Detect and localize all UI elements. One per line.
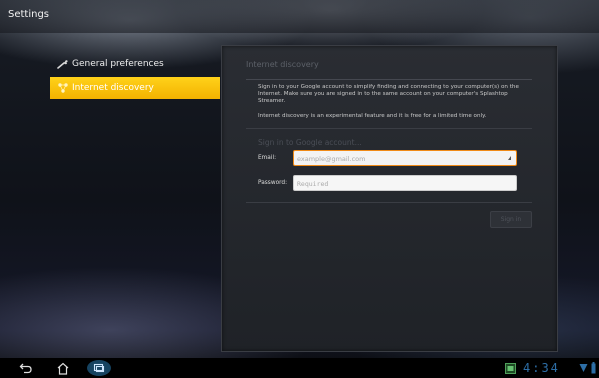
internet-discovery-panel: Internet discovery Sign in to your Googl… (221, 45, 558, 352)
wifi-icon (578, 360, 588, 376)
screenshot-icon (503, 360, 517, 376)
signin-section-title: Sign in to Google account... (258, 138, 362, 147)
wrench-icon (56, 53, 70, 75)
home-icon[interactable] (53, 360, 73, 376)
recent-apps-icon[interactable] (86, 360, 112, 376)
sign-in-button[interactable]: Sign in (490, 211, 532, 228)
panel-description: Sign in to your Google account to simpli… (258, 84, 519, 104)
back-icon[interactable] (16, 360, 36, 376)
title-bar: Settings (0, 0, 599, 33)
email-placeholder: example@gmail.com (297, 155, 366, 163)
system-bar: 4:34 (0, 358, 599, 378)
divider (246, 128, 532, 129)
email-field[interactable]: example@gmail.com (293, 150, 517, 166)
password-label: Password: (258, 180, 288, 186)
panel-heading: Internet discovery (246, 60, 319, 69)
clock: 4:34 (523, 361, 560, 375)
panel-note: Internet discovery is an experimental fe… (258, 113, 487, 119)
nav-item-label: Internet discovery (72, 83, 154, 93)
nav-item-label: General preferences (72, 59, 164, 69)
network-icon (56, 77, 70, 99)
password-field[interactable]: Required (293, 175, 517, 191)
nav-item-general-preferences[interactable]: General preferences (50, 53, 220, 75)
divider (246, 202, 532, 203)
email-label: Email: (258, 155, 277, 161)
divider (246, 79, 532, 80)
battery-icon (589, 360, 597, 376)
page-title: Settings (8, 9, 50, 20)
nav-item-internet-discovery[interactable]: Internet discovery (50, 77, 220, 99)
dropdown-arrow-icon[interactable] (508, 156, 511, 160)
settings-nav: General preferences Internet discovery (50, 53, 220, 101)
password-placeholder: Required (297, 180, 329, 188)
